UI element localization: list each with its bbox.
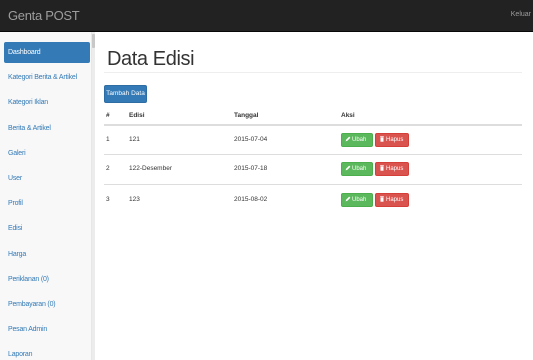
delete-button[interactable]: Hapus bbox=[375, 133, 409, 147]
edit-button[interactable]: Ubah bbox=[341, 133, 373, 147]
row-number: 2 bbox=[106, 165, 110, 172]
row-divider bbox=[104, 154, 522, 155]
delete-button[interactable]: Hapus bbox=[375, 162, 409, 176]
pencil-icon bbox=[345, 166, 351, 171]
row-tanggal: 2015-07-04 bbox=[234, 136, 268, 143]
sidebar-item-kategori-berita[interactable]: Kategori Berita & Artikel bbox=[4, 67, 90, 88]
edit-button[interactable]: Ubah bbox=[341, 193, 373, 207]
sidebar-item-pesan-admin[interactable]: Pesan Admin bbox=[4, 319, 90, 340]
sidebar-scrollbar[interactable] bbox=[92, 32, 95, 360]
brand-link[interactable]: Genta POST bbox=[8, 8, 80, 23]
edit-button[interactable]: Ubah bbox=[341, 162, 373, 176]
row-tanggal: 2015-07-18 bbox=[234, 165, 268, 172]
delete-button-label: Hapus bbox=[386, 166, 404, 172]
sidebar-item-edisi[interactable]: Edisi bbox=[4, 218, 90, 239]
sidebar-item-dashboard[interactable]: Dashboard bbox=[4, 42, 90, 63]
delete-button-label: Hapus bbox=[386, 137, 404, 143]
page-title: Data Edisi bbox=[107, 48, 195, 70]
sidebar-item-user[interactable]: User bbox=[4, 168, 90, 189]
edit-button-label: Ubah bbox=[352, 166, 367, 172]
trash-icon bbox=[380, 136, 384, 143]
sidebar-scroll-thumb[interactable] bbox=[92, 34, 95, 48]
sidebar-item-harga[interactable]: Harga bbox=[4, 244, 90, 265]
row-divider bbox=[104, 184, 522, 185]
row-number: 1 bbox=[106, 136, 110, 143]
edit-button-label: Ubah bbox=[352, 137, 367, 143]
column-header-edisi: Edisi bbox=[129, 112, 145, 119]
add-data-button[interactable]: Tambah Data bbox=[104, 85, 147, 103]
trash-icon bbox=[380, 196, 384, 203]
sidebar-item-periklanan[interactable]: Periklanan (0) bbox=[4, 269, 90, 290]
logout-link[interactable]: Keluar bbox=[511, 11, 531, 18]
trash-icon bbox=[380, 165, 384, 172]
title-divider bbox=[104, 72, 522, 73]
table-header-divider bbox=[104, 124, 522, 126]
sidebar-item-galeri[interactable]: Galeri bbox=[4, 143, 90, 164]
column-header-no: # bbox=[106, 112, 110, 119]
pencil-icon bbox=[345, 197, 351, 202]
sidebar-item-laporan[interactable]: Laporan bbox=[4, 344, 90, 360]
row-number: 3 bbox=[106, 196, 110, 203]
sidebar: Dashboard Kategori Berita & Artikel Kate… bbox=[0, 32, 92, 360]
column-header-aksi: Aksi bbox=[341, 112, 355, 119]
row-edisi: 122-Desember bbox=[129, 165, 172, 172]
sidebar-item-pembayaran[interactable]: Pembayaran (0) bbox=[4, 294, 90, 315]
row-edisi: 121 bbox=[129, 136, 140, 143]
column-header-tanggal: Tanggal bbox=[234, 112, 259, 119]
row-tanggal: 2015-08-02 bbox=[234, 196, 268, 203]
row-edisi: 123 bbox=[129, 196, 140, 203]
sidebar-item-kategori-iklan[interactable]: Kategori Iklan bbox=[4, 92, 90, 113]
sidebar-item-berita-artikel[interactable]: Berita & Artikel bbox=[4, 118, 90, 139]
delete-button-label: Hapus bbox=[386, 197, 404, 203]
delete-button[interactable]: Hapus bbox=[375, 193, 409, 207]
sidebar-item-profil[interactable]: Profil bbox=[4, 193, 90, 214]
top-navbar: Genta POST Keluar bbox=[0, 0, 533, 32]
edit-button-label: Ubah bbox=[352, 197, 367, 203]
pencil-icon bbox=[345, 137, 351, 142]
